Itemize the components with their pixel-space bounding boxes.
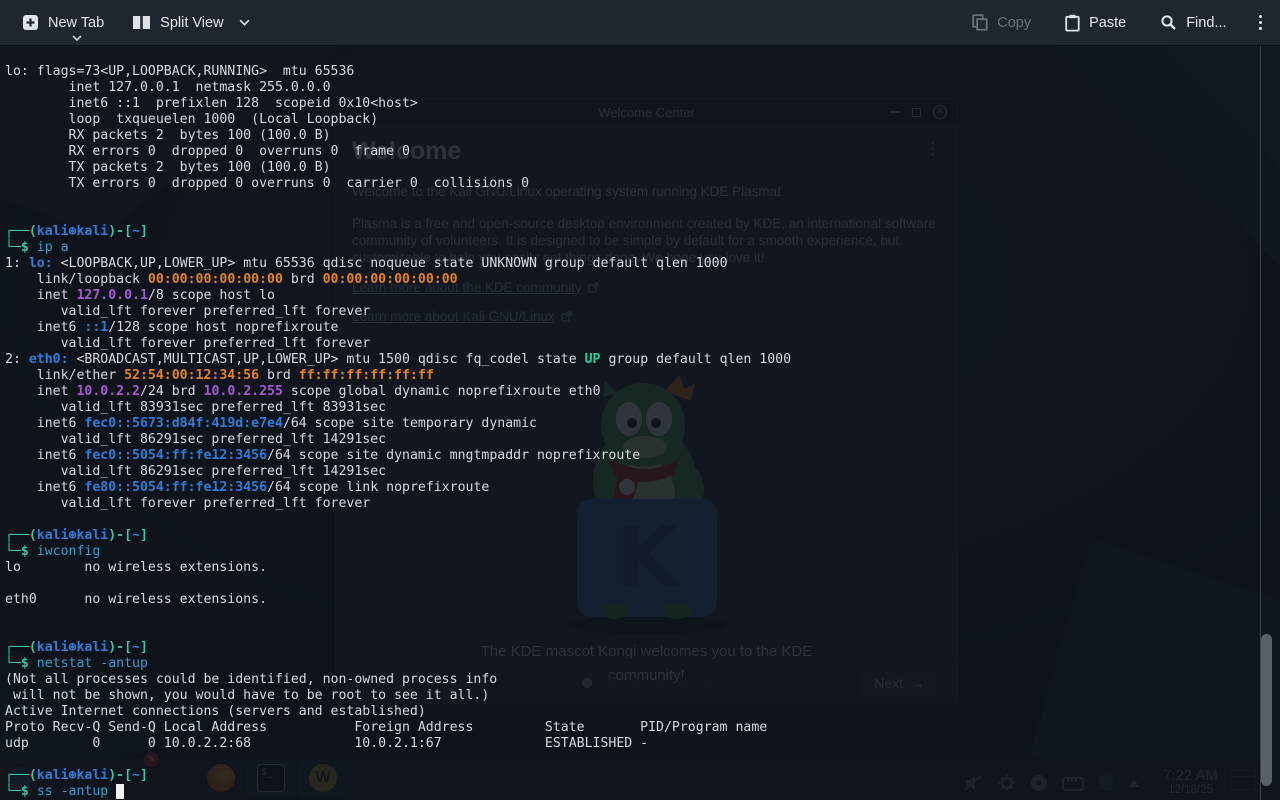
terminal-line: valid_lft 86291sec preferred_lft 14291se… xyxy=(5,432,791,448)
terminal-line: inet 127.0.0.1/8 scope host lo xyxy=(5,288,791,304)
new-tab-button[interactable]: New Tab xyxy=(16,0,110,46)
terminal-line: ┌──(kali⊛kali)-[~] xyxy=(5,528,791,544)
terminal-line: valid_lft 86291sec preferred_lft 14291se… xyxy=(5,464,791,480)
terminal-line xyxy=(5,208,791,224)
paste-button[interactable]: Paste xyxy=(1059,0,1132,46)
terminal-line: 2: eth0: <BROADCAST,MULTICAST,UP,LOWER_U… xyxy=(5,352,791,368)
chevron-down-icon xyxy=(239,19,250,27)
terminal-line xyxy=(5,608,791,624)
terminal-line: └─$ iwconfig xyxy=(5,544,791,560)
terminal-line: loop txqueuelen 1000 (Local Loopback) xyxy=(5,112,791,128)
search-icon xyxy=(1160,14,1177,31)
menu-kebab-icon[interactable] xyxy=(1255,15,1267,31)
terminal-line xyxy=(5,624,791,640)
terminal-line: inet 10.0.2.2/24 brd 10.0.2.255 scope gl… xyxy=(5,384,791,400)
terminal-line xyxy=(5,512,791,528)
terminal-line: └─$ ip a xyxy=(5,240,791,256)
terminal-line: valid_lft forever preferred_lft forever xyxy=(5,496,791,512)
terminal-line: ┌──(kali⊛kali)-[~] xyxy=(5,224,791,240)
terminal-line: Proto Recv-Q Send-Q Local Address Foreig… xyxy=(5,720,791,736)
terminal-line: eth0 no wireless extensions. xyxy=(5,592,791,608)
terminal-cursor xyxy=(116,784,124,799)
terminal-line xyxy=(5,192,791,208)
terminal-line: ┌──(kali⊛kali)-[~] xyxy=(5,768,791,784)
new-tab-label: New Tab xyxy=(48,15,104,31)
terminal-line: RX errors 0 dropped 0 overruns 0 frame 0 xyxy=(5,144,791,160)
terminal-line: lo: flags=73<UP,LOOPBACK,RUNNING> mtu 65… xyxy=(5,64,791,80)
paste-label: Paste xyxy=(1089,15,1126,31)
terminal-line: valid_lft forever preferred_lft forever xyxy=(5,336,791,352)
terminal-line: link/loopback 00:00:00:00:00:00 brd 00:0… xyxy=(5,272,791,288)
terminal-line xyxy=(5,752,791,768)
terminal-line: TX packets 2 bytes 100 (100.0 B) xyxy=(5,160,791,176)
terminal-line: inet6 ::1/128 scope host noprefixroute xyxy=(5,320,791,336)
screen: Welcome Center ✕ Welcome ⋮ Welcome to th… xyxy=(0,0,1280,800)
split-view-label: Split View xyxy=(160,15,223,31)
terminal-line: RX packets 2 bytes 100 (100.0 B) xyxy=(5,128,791,144)
terminal-line: TX errors 0 dropped 0 overruns 0 carrier… xyxy=(5,176,791,192)
terminal-line: inet6 ::1 prefixlen 128 scopeid 0x10<hos… xyxy=(5,96,791,112)
terminal-line: inet 127.0.0.1 netmask 255.0.0.0 xyxy=(5,80,791,96)
terminal-line: link/ether 52:54:00:12:34:56 brd ff:ff:f… xyxy=(5,368,791,384)
terminal-line xyxy=(5,576,791,592)
terminal-toolbar: New Tab Split View xyxy=(0,0,1280,46)
terminal-line: will not be shown, you would have to be … xyxy=(5,688,791,704)
terminal-output: lo: flags=73<UP,LOOPBACK,RUNNING> mtu 65… xyxy=(5,64,791,800)
terminal-line: (Not all processes could be identified, … xyxy=(5,672,791,688)
copy-icon xyxy=(972,14,988,31)
terminal-line: Active Internet connections (servers and… xyxy=(5,704,791,720)
terminal-line: ┌──(kali⊛kali)-[~] xyxy=(5,640,791,656)
terminal-line: inet6 fec0::5673:d84f:419d:e7e4/64 scope… xyxy=(5,416,791,432)
terminal-line: udp 0 0 10.0.2.2:68 10.0.2.1:67 ESTABLIS… xyxy=(5,736,791,752)
new-tab-icon xyxy=(22,14,39,31)
terminal-line: inet6 fec0::5054:ff:fe12:3456/64 scope s… xyxy=(5,448,791,464)
split-view-icon xyxy=(132,15,151,30)
split-view-button[interactable]: Split View xyxy=(126,0,255,46)
terminal-line: └─$ netstat -antup xyxy=(5,656,791,672)
paste-icon xyxy=(1065,14,1080,32)
find-label: Find... xyxy=(1186,15,1226,31)
terminal-line: inet6 fe80::5054:ff:fe12:3456/64 scope l… xyxy=(5,480,791,496)
copy-label: Copy xyxy=(997,15,1031,31)
chevron-down-icon xyxy=(72,35,82,42)
copy-button[interactable]: Copy xyxy=(966,0,1037,46)
terminal-line: lo no wireless extensions. xyxy=(5,560,791,576)
terminal-line: valid_lft forever preferred_lft forever xyxy=(5,304,791,320)
terminal-line: 1: lo: <LOOPBACK,UP,LOWER_UP> mtu 65536 … xyxy=(5,256,791,272)
find-button[interactable]: Find... xyxy=(1154,0,1232,46)
terminal-line: └─$ ss -antup xyxy=(5,784,791,800)
terminal-viewport[interactable]: lo: flags=73<UP,LOOPBACK,RUNNING> mtu 65… xyxy=(0,46,1280,800)
terminal-line: valid_lft 83931sec preferred_lft 83931se… xyxy=(5,400,791,416)
scrollbar-thumb[interactable] xyxy=(1261,634,1272,786)
